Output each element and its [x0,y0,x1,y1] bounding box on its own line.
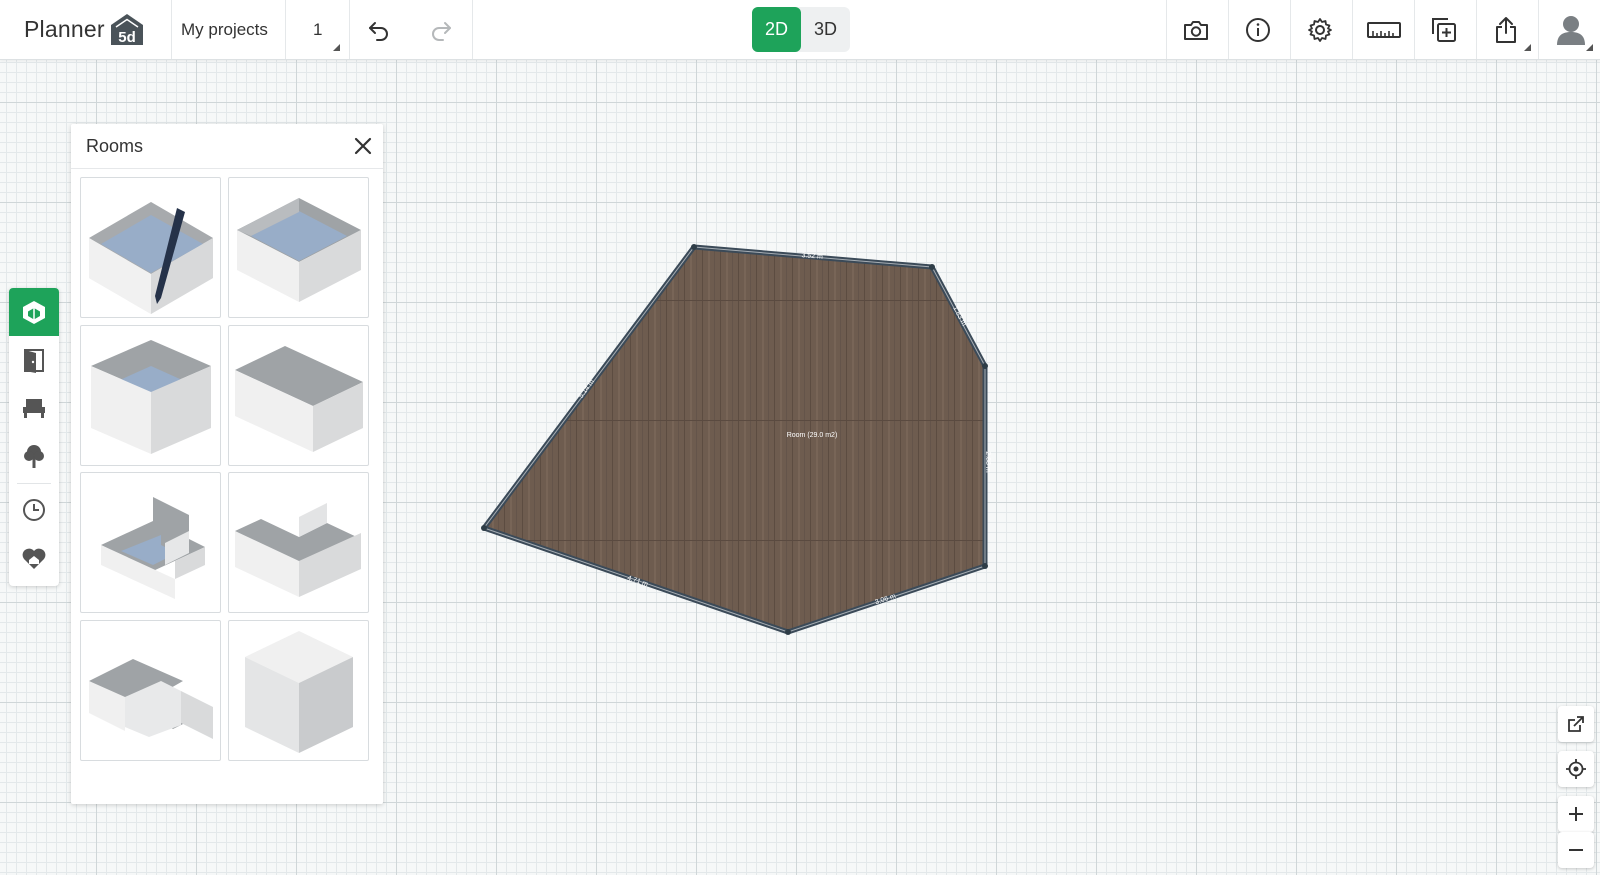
add-copy-icon [1432,18,1456,42]
room-tile-deep-rectangular[interactable] [80,325,221,466]
logo-text: Planner [24,15,105,42]
camera-button[interactable] [1176,10,1216,50]
room-tile-l-shaped[interactable] [80,620,221,761]
planner5d-logo[interactable]: Planner 5d [24,9,145,49]
view-3d-button[interactable]: 3D [801,7,850,52]
room-tile-notched[interactable] [80,472,221,613]
zoom-out-icon [1569,849,1583,851]
room-label: Room (29.0 m2) [787,432,838,439]
outdoor-tree-icon [24,445,44,468]
doors-tool[interactable] [9,336,59,384]
user-dropdown-corner-icon [1586,44,1593,51]
zoom-in-icon [1569,807,1583,821]
undo-icon [369,22,388,41]
info-button[interactable] [1238,10,1278,50]
camera-icon [1184,21,1208,40]
close-icon[interactable] [353,136,373,156]
top-bar: Planner 5d My projects 1 2D 3D [0,0,1600,60]
user-avatar-icon [1557,16,1585,45]
history-clock-icon [23,499,45,521]
room-tile-rectangular[interactable] [228,177,369,318]
rooms-panel-header: Rooms [71,124,383,169]
share-icon [1496,17,1516,43]
svg-text:5d: 5d [118,29,136,46]
add-copy-button[interactable] [1424,10,1464,50]
logo-mark-icon: 5d [109,11,145,47]
view-mode-toggle: 2D 3D [752,7,850,52]
redo-button[interactable] [421,10,461,50]
floor-selector[interactable]: 1 [313,0,322,59]
ruler-icon [1367,22,1401,38]
doors-icon [24,349,44,373]
info-icon [1246,18,1270,42]
rooms-panel: Rooms [71,124,383,804]
room-floor[interactable] [481,244,988,635]
favorites-heart-home-icon [22,548,46,569]
zoom-out-button[interactable] [1558,832,1594,868]
open-external-icon [1568,716,1584,732]
rooms-panel-title: Rooms [86,136,144,156]
ruler-button[interactable] [1364,10,1404,50]
locate-center-icon [1566,759,1586,779]
open-external-button[interactable] [1558,706,1594,742]
room-tile-wide-rectangular[interactable] [228,325,369,466]
share-dropdown-corner-icon [1524,44,1531,51]
locate-center-button[interactable] [1558,751,1594,787]
zoom-in-button[interactable] [1558,796,1594,832]
floor-dropdown-corner-icon [333,44,340,51]
share-button[interactable] [1486,10,1526,50]
rooms-tool[interactable] [9,288,59,336]
room-tile-u-shaped[interactable] [228,472,369,613]
furniture-tool[interactable] [9,384,59,432]
undo-button[interactable] [359,10,399,50]
favorites-tool[interactable] [9,534,59,582]
view-2d-button[interactable]: 2D [752,7,801,52]
furniture-icon [23,399,45,418]
my-projects-link[interactable]: My projects [181,0,268,59]
settings-button[interactable] [1300,10,1340,50]
gear-icon [1308,18,1332,42]
history-tool[interactable] [9,486,59,534]
outdoor-tool[interactable] [9,432,59,480]
room-tile-draw[interactable] [80,177,221,318]
redo-icon [432,22,451,41]
room-tile-solid-block[interactable] [228,620,369,761]
rooms-icon [23,301,45,324]
left-toolbar [9,288,59,586]
dimension-right: 2.88 m [984,451,991,473]
